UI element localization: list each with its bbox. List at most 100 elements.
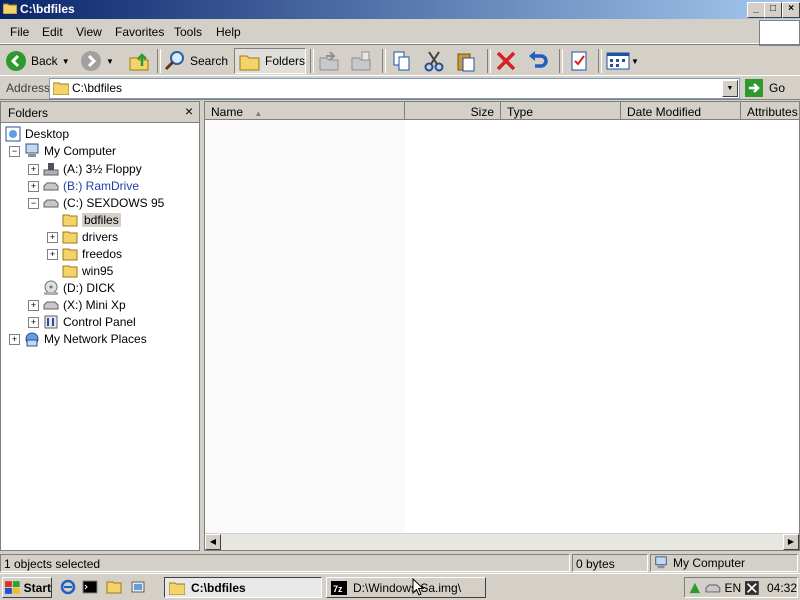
back-button[interactable]: Back ▼ <box>5 48 70 74</box>
drive-icon <box>43 301 59 309</box>
address-bar: Address C:\bdfiles ▼ Go <box>0 76 800 100</box>
computer-icon <box>25 143 39 157</box>
taskbar-button-bdfiles[interactable]: C:\bdfiles <box>164 577 322 598</box>
collapse-toggle[interactable]: − <box>28 198 39 209</box>
tree-item-bdfiles[interactable]: bdfiles <box>62 211 121 228</box>
folder-icon <box>62 248 78 260</box>
address-value: C:\bdfiles <box>72 81 123 95</box>
tree-item-drive-c[interactable]: (C:) SEXDOWS 95 <box>43 194 164 211</box>
status-location: My Computer <box>650 554 798 572</box>
undo-button[interactable] <box>527 48 549 74</box>
menu-file[interactable]: File <box>10 25 29 39</box>
toolbar-separator <box>487 49 491 73</box>
up-folder-icon <box>129 53 149 71</box>
folder-icon <box>53 82 69 95</box>
tree-item-label: Desktop <box>25 126 70 141</box>
search-button[interactable]: Search <box>164 48 228 74</box>
show-desktop-icon[interactable] <box>130 579 146 595</box>
minimize-button[interactable]: _ <box>747 2 765 18</box>
menu-bar: File Edit View Favorites Tools Help <box>0 19 800 44</box>
expand-toggle[interactable]: + <box>47 232 58 243</box>
tree-item-my-computer[interactable]: My Computer <box>24 142 116 159</box>
folders-pane[interactable]: Folders × Desktop − My Computer + (A:) 3… <box>0 101 200 551</box>
windows-logo-icon <box>5 580 20 594</box>
tree-item-label: drivers <box>82 229 119 244</box>
file-list-empty-area[interactable] <box>205 120 405 533</box>
tree-item-floppy-a[interactable]: (A:) 3½ Floppy <box>43 160 142 177</box>
column-header-name[interactable]: Name ▲ <box>205 102 405 120</box>
language-indicator[interactable]: EN <box>725 581 742 595</box>
expand-toggle[interactable]: + <box>9 334 20 345</box>
tree-item-drive-x[interactable]: (X:) Mini Xp <box>43 296 126 313</box>
scroll-left-button[interactable]: ◀ <box>205 534 221 550</box>
taskbar-button-7zip[interactable]: 7z D:\Windows\Sa.img\ <box>326 577 486 598</box>
expand-toggle[interactable]: + <box>28 164 39 175</box>
tree-item-network-places[interactable]: My Network Places <box>24 330 147 347</box>
network-status-icon[interactable] <box>688 581 702 595</box>
menu-favorites[interactable]: Favorites <box>115 25 164 39</box>
column-header-attributes[interactable]: Attributes <box>741 102 799 120</box>
command-prompt-icon[interactable] <box>82 579 98 595</box>
collapse-toggle[interactable]: − <box>9 146 20 157</box>
copy-to-button[interactable] <box>350 48 372 74</box>
tree-item-control-panel[interactable]: Control Panel <box>43 313 136 330</box>
tree-item-ramdrive-b[interactable]: (B:) RamDrive <box>43 177 139 194</box>
chevron-down-icon[interactable]: ▼ <box>106 57 114 66</box>
start-button[interactable]: Start <box>2 577 52 598</box>
go-button[interactable]: Go <box>745 78 785 98</box>
paste-icon <box>457 53 475 72</box>
network-icon <box>25 332 39 346</box>
expand-toggle[interactable]: + <box>28 181 39 192</box>
tree-item-label: Control Panel <box>63 314 136 329</box>
folders-icon <box>239 55 260 71</box>
chevron-down-icon[interactable]: ▼ <box>62 57 70 66</box>
expand-toggle[interactable]: + <box>47 249 58 260</box>
views-button[interactable]: ▼ <box>606 48 639 74</box>
address-dropdown-button[interactable]: ▼ <box>722 80 738 97</box>
delete-button[interactable] <box>495 48 517 74</box>
title-bar[interactable]: C:\bdfiles _ □ × <box>0 0 800 19</box>
up-folder-button[interactable] <box>128 48 150 74</box>
expand-toggle[interactable]: + <box>28 317 39 328</box>
folders-toggle-button[interactable]: Folders <box>234 48 306 74</box>
tree-item-drivers[interactable]: drivers <box>62 228 118 245</box>
properties-icon <box>571 51 587 71</box>
back-label: Back <box>31 54 58 68</box>
drive-icon[interactable] <box>705 581 721 595</box>
mouse-cursor-icon <box>412 578 424 596</box>
tree-item-win95[interactable]: win95 <box>62 262 113 279</box>
tree-item-freedos[interactable]: freedos <box>62 245 122 262</box>
column-header-date-modified[interactable]: Date Modified <box>621 102 741 120</box>
scroll-right-button[interactable]: ▶ <box>783 534 799 550</box>
menu-view[interactable]: View <box>76 25 102 39</box>
cut-button[interactable] <box>423 48 445 74</box>
clock[interactable]: 04:32 <box>767 581 797 595</box>
menu-tools[interactable]: Tools <box>174 25 202 39</box>
status-size: 0 bytes <box>572 554 648 572</box>
chevron-down-icon[interactable]: ▼ <box>631 57 639 66</box>
move-to-button[interactable] <box>318 48 340 74</box>
folder-icon[interactable] <box>106 579 122 595</box>
paste-button[interactable] <box>455 48 477 74</box>
forward-button[interactable]: ▼ <box>80 48 114 74</box>
folders-label: Folders <box>264 54 305 68</box>
tree-item-desktop[interactable]: Desktop <box>5 125 69 142</box>
column-header-size[interactable]: Size <box>405 102 501 120</box>
internet-explorer-icon[interactable] <box>60 579 76 595</box>
file-list-pane[interactable]: Name ▲ Size Type Date Modified Attribute… <box>204 101 800 551</box>
close-button[interactable]: × <box>782 2 800 18</box>
properties-button[interactable] <box>568 48 590 74</box>
horizontal-scrollbar[interactable]: ◀ ▶ <box>205 533 799 550</box>
tree-item-drive-d[interactable]: (D:) DICK <box>43 279 115 296</box>
close-x-tray-icon[interactable] <box>745 580 759 595</box>
column-header-type[interactable]: Type <box>501 102 621 120</box>
menu-edit[interactable]: Edit <box>42 25 63 39</box>
expand-toggle[interactable]: + <box>28 300 39 311</box>
close-pane-icon[interactable]: × <box>185 103 193 119</box>
status-bar: 1 objects selected 0 bytes My Computer <box>0 553 800 573</box>
maximize-button[interactable]: □ <box>764 2 782 18</box>
address-input[interactable]: C:\bdfiles ▼ <box>49 78 740 99</box>
copy-button[interactable] <box>391 48 413 74</box>
computer-icon <box>655 556 667 569</box>
menu-help[interactable]: Help <box>216 25 241 39</box>
